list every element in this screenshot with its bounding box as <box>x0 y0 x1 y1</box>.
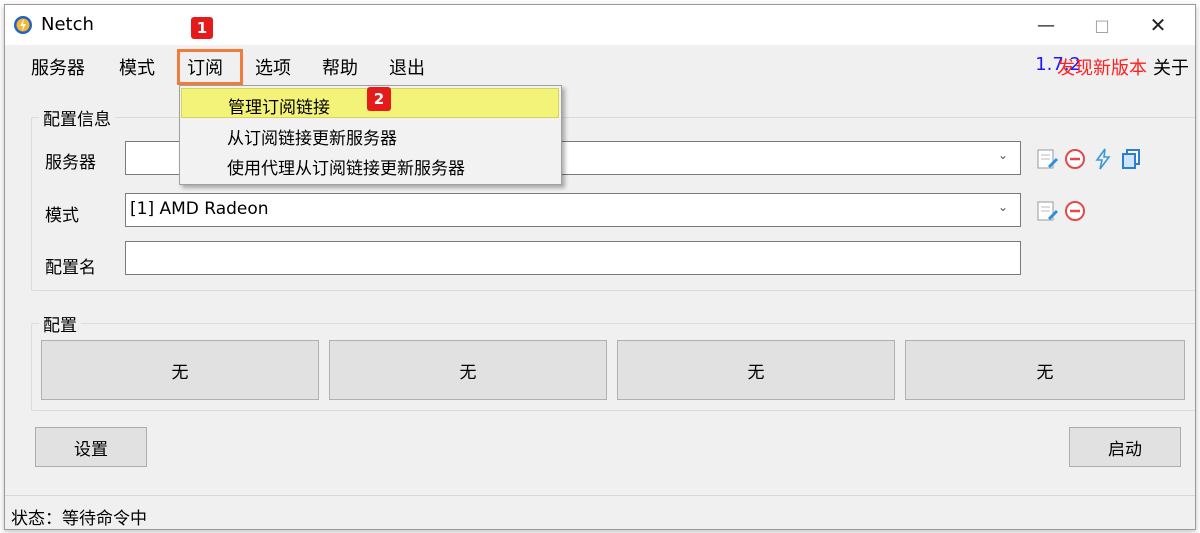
menu-server[interactable]: 服务器 <box>31 54 85 80</box>
status-text: 状态：等待命令中 <box>11 509 147 529</box>
update-link[interactable]: 发现新版本 <box>1057 54 1147 80</box>
profile-name-input[interactable] <box>125 241 1021 275</box>
menu-exit[interactable]: 退出 <box>389 54 425 80</box>
profile-button-3[interactable]: 无 <box>617 340 895 400</box>
chevron-down-icon: ⌄ <box>998 200 1009 214</box>
profile-button-4[interactable]: 无 <box>905 340 1185 400</box>
profile-name-label: 配置名 <box>45 258 96 278</box>
mode-value: [1] AMD Radeon <box>130 199 269 219</box>
profile-button-1[interactable]: 无 <box>41 340 319 400</box>
step-badge-1: 1 <box>191 17 213 39</box>
settings-button[interactable]: 设置 <box>35 427 147 467</box>
window-title: Netch <box>41 14 94 35</box>
chevron-down-icon: ⌄ <box>998 148 1009 162</box>
menu-item-label: 从订阅链接更新服务器 <box>227 129 397 149</box>
subscription-highlight <box>177 49 243 85</box>
profiles-title: 配置 <box>39 311 81 336</box>
maximize-button[interactable]: □ <box>1079 9 1125 41</box>
menu-options[interactable]: 选项 <box>255 54 291 80</box>
edit-icon[interactable] <box>1035 199 1059 223</box>
start-button[interactable]: 启动 <box>1069 427 1181 467</box>
menu-mode[interactable]: 模式 <box>119 54 155 80</box>
menu-about[interactable]: 关于 <box>1153 54 1189 80</box>
menu-item-label: 使用代理从订阅链接更新服务器 <box>227 159 465 179</box>
title-bar: Netch — □ ✕ <box>5 5 1195 45</box>
mode-combo[interactable]: [1] AMD Radeon ⌄ <box>125 193 1021 227</box>
status-bar: 状态：等待命令中 <box>5 495 1195 529</box>
speed-test-icon[interactable] <box>1091 147 1115 171</box>
mode-label: 模式 <box>45 206 79 226</box>
profile-button-2[interactable]: 无 <box>329 340 607 400</box>
app-icon <box>14 16 32 34</box>
edit-icon[interactable] <box>1035 147 1059 171</box>
remove-icon[interactable] <box>1063 199 1087 223</box>
menu-item-update-via-proxy[interactable]: 使用代理从订阅链接更新服务器 <box>181 150 559 180</box>
close-button[interactable]: ✕ <box>1135 9 1181 41</box>
remove-icon[interactable] <box>1063 147 1087 171</box>
server-label: 服务器 <box>45 153 96 173</box>
step-badge-2: 2 <box>367 87 391 111</box>
menu-item-label: 管理订阅链接 <box>228 98 330 118</box>
config-info-title: 配置信息 <box>39 105 115 130</box>
menu-help[interactable]: 帮助 <box>322 54 358 80</box>
minimize-button[interactable]: — <box>1023 9 1069 41</box>
app-window: Netch — □ ✕ 服务器 模式 订阅 选项 帮助 退出 1.7.2 发现新… <box>4 4 1196 530</box>
copy-icon[interactable] <box>1119 147 1143 171</box>
menu-item-update-from-subscription[interactable]: 从订阅链接更新服务器 <box>181 120 559 150</box>
